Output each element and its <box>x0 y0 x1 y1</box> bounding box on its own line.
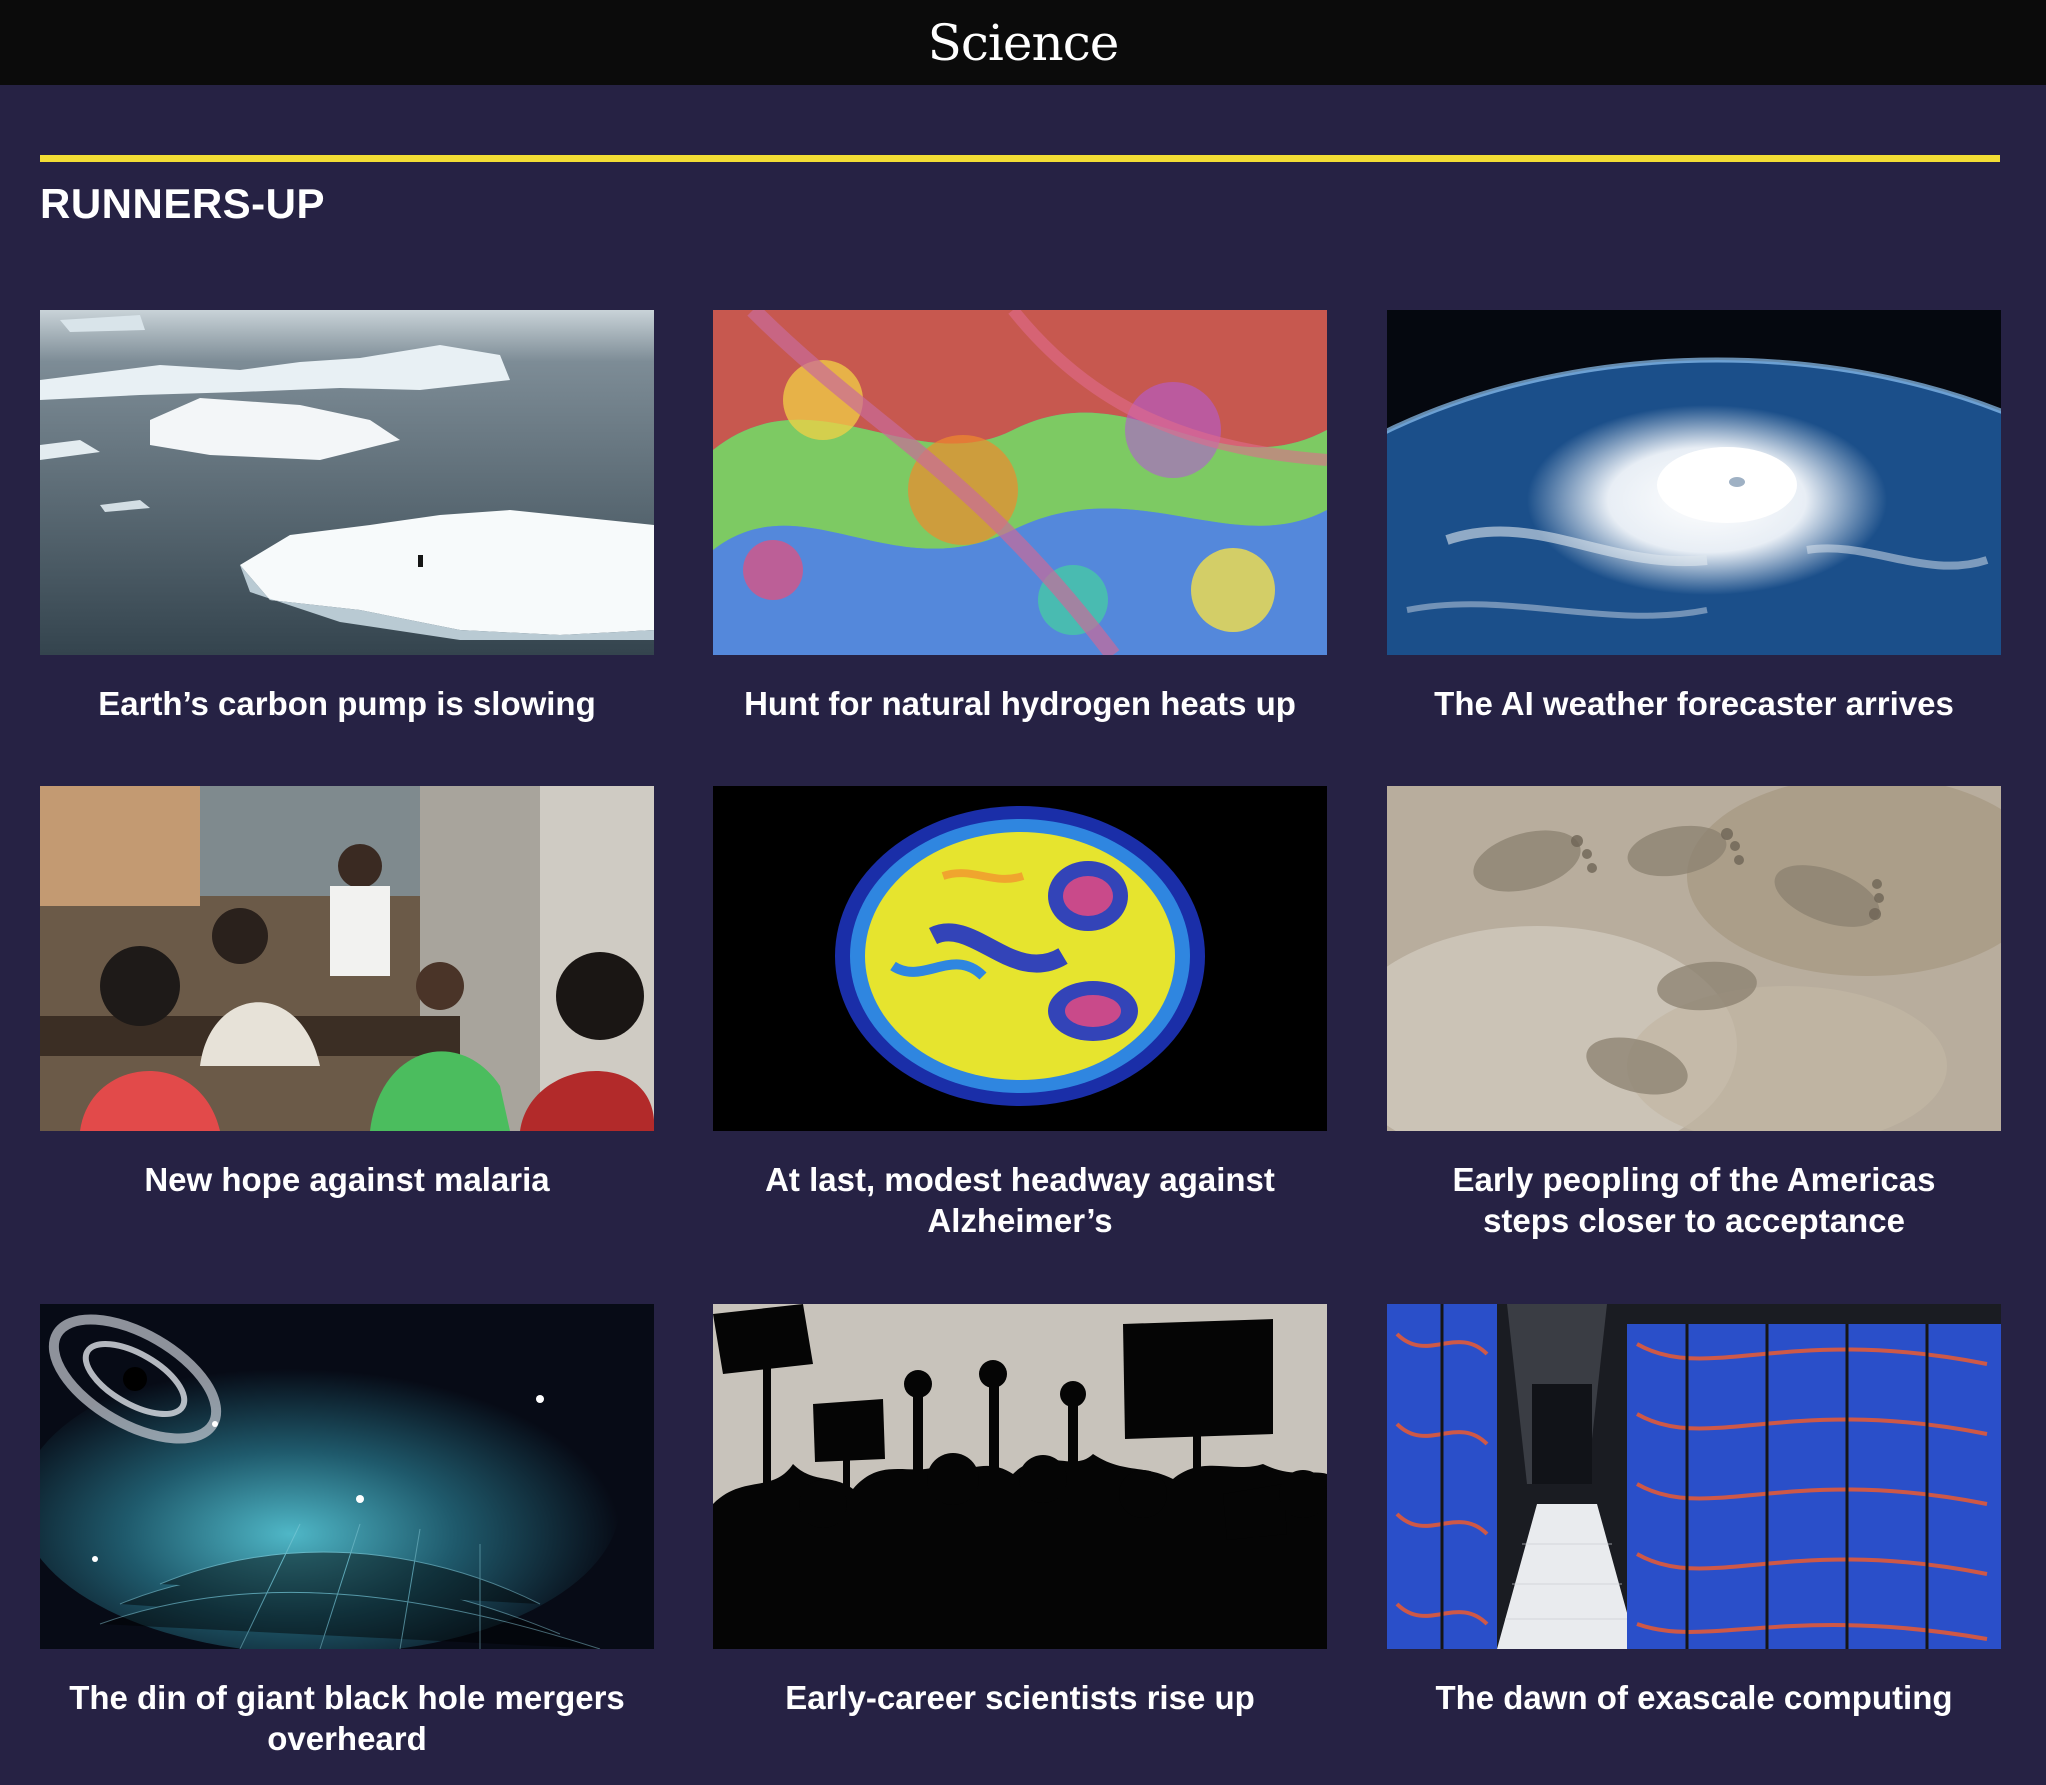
science-logo[interactable]: Science <box>928 14 1120 72</box>
fossil-footprints-image[interactable] <box>1387 786 2001 1131</box>
site-header: Science <box>0 0 2046 85</box>
story-title[interactable]: Early-career scientists rise up <box>713 1677 1327 1718</box>
story-card-black-holes[interactable]: The din of giant black hole mergers over… <box>40 1304 654 1759</box>
supercomputer-image[interactable] <box>1387 1304 2001 1649</box>
story-title[interactable]: At last, modest headway against Alzheime… <box>713 1159 1327 1241</box>
story-card-exascale[interactable]: The dawn of exascale computing <box>1387 1304 2001 1718</box>
brain-scan-image[interactable] <box>713 786 1327 1131</box>
story-card-natural-hydrogen[interactable]: Hunt for natural hydrogen heats up <box>713 310 1327 724</box>
story-card-malaria[interactable]: New hope against malaria <box>40 786 654 1200</box>
topographic-map-image[interactable] <box>713 310 1327 655</box>
section-title: RUNNERS-UP <box>40 180 326 227</box>
hurricane-image[interactable] <box>1387 310 2001 655</box>
story-card-carbon-pump[interactable]: Earth’s carbon pump is slowing <box>40 310 654 724</box>
protest-silhouette-image[interactable] <box>713 1304 1327 1649</box>
story-card-americas-footprints[interactable]: Early peopling of the Americas steps clo… <box>1387 786 2001 1241</box>
sea-ice-image[interactable] <box>40 310 654 655</box>
story-title[interactable]: Hunt for natural hydrogen heats up <box>713 683 1327 724</box>
story-title[interactable]: The din of giant black hole mergers over… <box>40 1677 654 1759</box>
black-hole-merger-image[interactable] <box>40 1304 654 1649</box>
story-card-early-career[interactable]: Early-career scientists rise up <box>713 1304 1327 1718</box>
story-title[interactable]: New hope against malaria <box>40 1159 654 1200</box>
clinic-photo-image[interactable] <box>40 786 654 1131</box>
section-divider <box>40 155 2000 162</box>
story-card-alzheimers[interactable]: At last, modest headway against Alzheime… <box>713 786 1327 1241</box>
story-title[interactable]: Earth’s carbon pump is slowing <box>40 683 654 724</box>
story-title[interactable]: Early peopling of the Americas steps clo… <box>1387 1159 2001 1241</box>
story-title[interactable]: The AI weather forecaster arrives <box>1387 683 2001 724</box>
story-title[interactable]: The dawn of exascale computing <box>1387 1677 2001 1718</box>
story-card-ai-weather[interactable]: The AI weather forecaster arrives <box>1387 310 2001 724</box>
